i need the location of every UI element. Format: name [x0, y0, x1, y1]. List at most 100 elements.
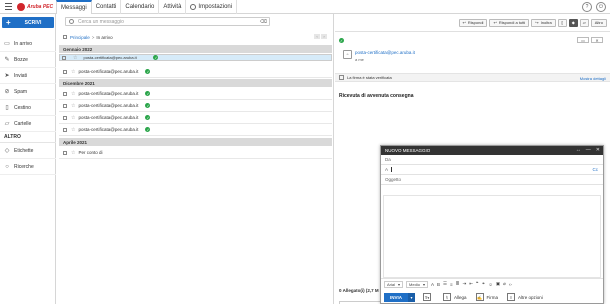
gear-icon — [190, 4, 197, 10]
outdent-icon[interactable]: ⇤ — [469, 281, 473, 287]
attachments-summary[interactable]: 0 Allegato(i) (2,7 M — [339, 288, 379, 293]
bold-icon[interactable]: B — [437, 282, 440, 287]
text-format-button[interactable]: Tт — [423, 293, 434, 301]
more-button[interactable]: Altro — [590, 18, 607, 27]
sidebar-item-labels[interactable]: ◇ Etichette — [0, 143, 56, 159]
row-checkbox[interactable] — [63, 127, 67, 132]
message-toolbar: ↩ Rispondi ↩ Rispondi a tutti ↪ Inoltra ▯ ◆… — [335, 14, 610, 32]
image-icon[interactable]: ▣ — [496, 281, 500, 287]
font-select[interactable]: Arial ▾ — [384, 280, 404, 288]
list-item[interactable]: ☆ posta-certificata@pec.aruba.it ✓ — [59, 100, 332, 112]
recipient-label[interactable]: a me — [355, 57, 415, 62]
sidebar-item-trash[interactable]: ▯ Cestino — [0, 100, 56, 116]
search-icon: ○ — [5, 163, 9, 170]
tab-contatti[interactable]: Contatti — [92, 0, 122, 14]
app-logo[interactable]: Aruba PEC — [17, 2, 53, 12]
breadcrumb-root[interactable]: Principale — [70, 35, 90, 40]
tab-calendario[interactable]: Calendario — [121, 0, 160, 14]
sidebar-item-drafts[interactable]: ✎ Bozze — [0, 52, 56, 68]
star-icon[interactable]: ☆ — [71, 103, 75, 109]
sidebar-item-folders[interactable]: ▱ Cartelle — [0, 116, 56, 132]
draft-icon: ✎ — [4, 57, 10, 63]
sidebar-section-altro: ALTRO — [0, 132, 56, 143]
to-field[interactable]: A Cc — [381, 165, 603, 175]
star-icon[interactable]: ☆ — [71, 69, 75, 75]
search-options-icon[interactable]: ⌫ — [260, 19, 267, 25]
sidebar-item-sent[interactable]: ➤ Inviati — [0, 68, 56, 84]
send-button[interactable]: INVIA — [384, 292, 409, 302]
compose-button[interactable]: + SCRIVI — [2, 17, 54, 28]
list-item[interactable]: ☆ posta-certificata@pec.aruba.it ✓ — [59, 124, 332, 136]
star-icon[interactable]: ☆ — [71, 115, 75, 121]
reply-all-button[interactable]: ↩ Rispondi a tutti — [489, 18, 530, 27]
forward-button[interactable]: ↪ Inoltra — [531, 18, 556, 27]
sidebar-item-searches[interactable]: ○ Ricerche — [0, 159, 56, 175]
show-details-link[interactable]: Mostra dettagli — [580, 76, 606, 81]
row-checkbox[interactable] — [63, 69, 67, 74]
list-icon[interactable]: ☰ — [443, 281, 447, 287]
trash-icon: ▯ — [5, 105, 9, 111]
select-all-checkbox[interactable] — [63, 35, 67, 39]
folder-icon: ▱ — [4, 121, 10, 127]
size-select[interactable]: Medio ▾ — [406, 280, 428, 288]
close-icon[interactable]: ✕ — [596, 147, 600, 153]
row-checkbox[interactable] — [63, 103, 67, 108]
indent-icon[interactable]: ⇥ — [462, 281, 466, 287]
list-item[interactable]: ☆ posta-certificata@pec.aruba.it ✓ — [59, 88, 332, 100]
tab-messaggi[interactable]: Messaggi — [56, 0, 92, 14]
sender-email[interactable]: posta-certificata@pec.aruba.it — [355, 50, 415, 55]
list-item[interactable]: ☆ posta-certificata@pec.aruba.it ✓ — [59, 66, 332, 78]
reply-button[interactable]: ↩ Rispondi — [458, 18, 488, 27]
help-icon[interactable]: ? — [582, 2, 592, 12]
delete-icon[interactable]: ▯ — [557, 18, 567, 27]
row-checkbox[interactable] — [62, 55, 66, 60]
move-folder-icon[interactable]: ▱ — [579, 18, 589, 27]
signature-button[interactable]: ✍ Firma — [475, 293, 498, 301]
clear-format-icon[interactable]: ⌀ — [503, 281, 506, 287]
row-checkbox[interactable] — [63, 91, 67, 96]
star-icon[interactable]: ☆ — [71, 91, 75, 97]
sidebar-item-inbox[interactable]: ▭ In arrivo — [0, 36, 56, 52]
cc-link[interactable]: Cc — [593, 167, 599, 172]
tab-impostazioni[interactable]: Impostazioni — [186, 0, 238, 14]
menu-icon[interactable] — [5, 3, 12, 10]
list-item[interactable]: ☆ Per conto di — [59, 147, 332, 159]
tab-attivita[interactable]: Attività — [159, 0, 187, 14]
list-item[interactable]: ☆ posta-certificata@pec.aruba.it ✓ — [59, 54, 332, 61]
ordered-list-icon[interactable]: ≡ — [450, 282, 453, 287]
compose-footer: INVIA ▾ Tт ⌇ Allega ✍ Firma ≡ Altre opzioni — [381, 291, 603, 303]
more-options-button[interactable]: ≡ Altre opzioni — [507, 293, 543, 301]
link-icon[interactable]: ⚭ — [481, 281, 485, 287]
star-icon[interactable]: ☆ — [71, 150, 75, 156]
row-checkbox[interactable] — [63, 115, 67, 120]
inbox-icon: ▭ — [4, 41, 10, 47]
code-icon[interactable]: ‹› — [509, 282, 512, 287]
next-page-icon[interactable]: › — [321, 34, 327, 39]
align-icon[interactable]: ≣ — [456, 281, 460, 287]
prev-page-icon[interactable]: ‹ — [314, 34, 320, 39]
minimize-icon[interactable]: — — [586, 147, 591, 153]
star-icon[interactable]: ☆ — [71, 127, 75, 133]
close-icon[interactable]: ✕ — [591, 37, 603, 43]
message-editor[interactable] — [383, 195, 601, 278]
group-header: Gennaio 2022 — [59, 45, 332, 53]
breadcrumb: Principale > In arrivo — [63, 33, 113, 41]
subject-field[interactable]: Oggetto — [381, 175, 603, 185]
star-icon[interactable]: ☆ — [73, 55, 77, 61]
list-item[interactable]: ☆ posta-certificata@pec.aruba.it ✓ — [59, 112, 332, 124]
quote-icon[interactable]: ❝ — [476, 281, 478, 287]
sidebar-item-spam[interactable]: ⊘ Spam — [0, 84, 56, 100]
search-input[interactable]: Cerca un messaggio ⌫ — [65, 17, 270, 26]
expand-icon[interactable]: ↔ — [576, 147, 581, 153]
attach-button[interactable]: ⌇ Allega — [443, 293, 467, 301]
logo-text: Aruba PEC — [27, 4, 54, 10]
text-color-icon[interactable]: A — [431, 282, 434, 287]
label-icon[interactable]: ◆ — [568, 18, 578, 27]
row-checkbox[interactable] — [63, 150, 67, 155]
from-field[interactable]: Da — [381, 155, 603, 165]
main-tabs: Messaggi Contatti Calendario Attività Im… — [56, 0, 238, 14]
power-icon[interactable]: ⏻ — [596, 2, 606, 12]
emoji-icon[interactable]: ☺ — [488, 282, 493, 287]
popout-icon[interactable]: ▭ — [577, 37, 589, 43]
send-options-icon[interactable]: ▾ — [408, 292, 416, 302]
